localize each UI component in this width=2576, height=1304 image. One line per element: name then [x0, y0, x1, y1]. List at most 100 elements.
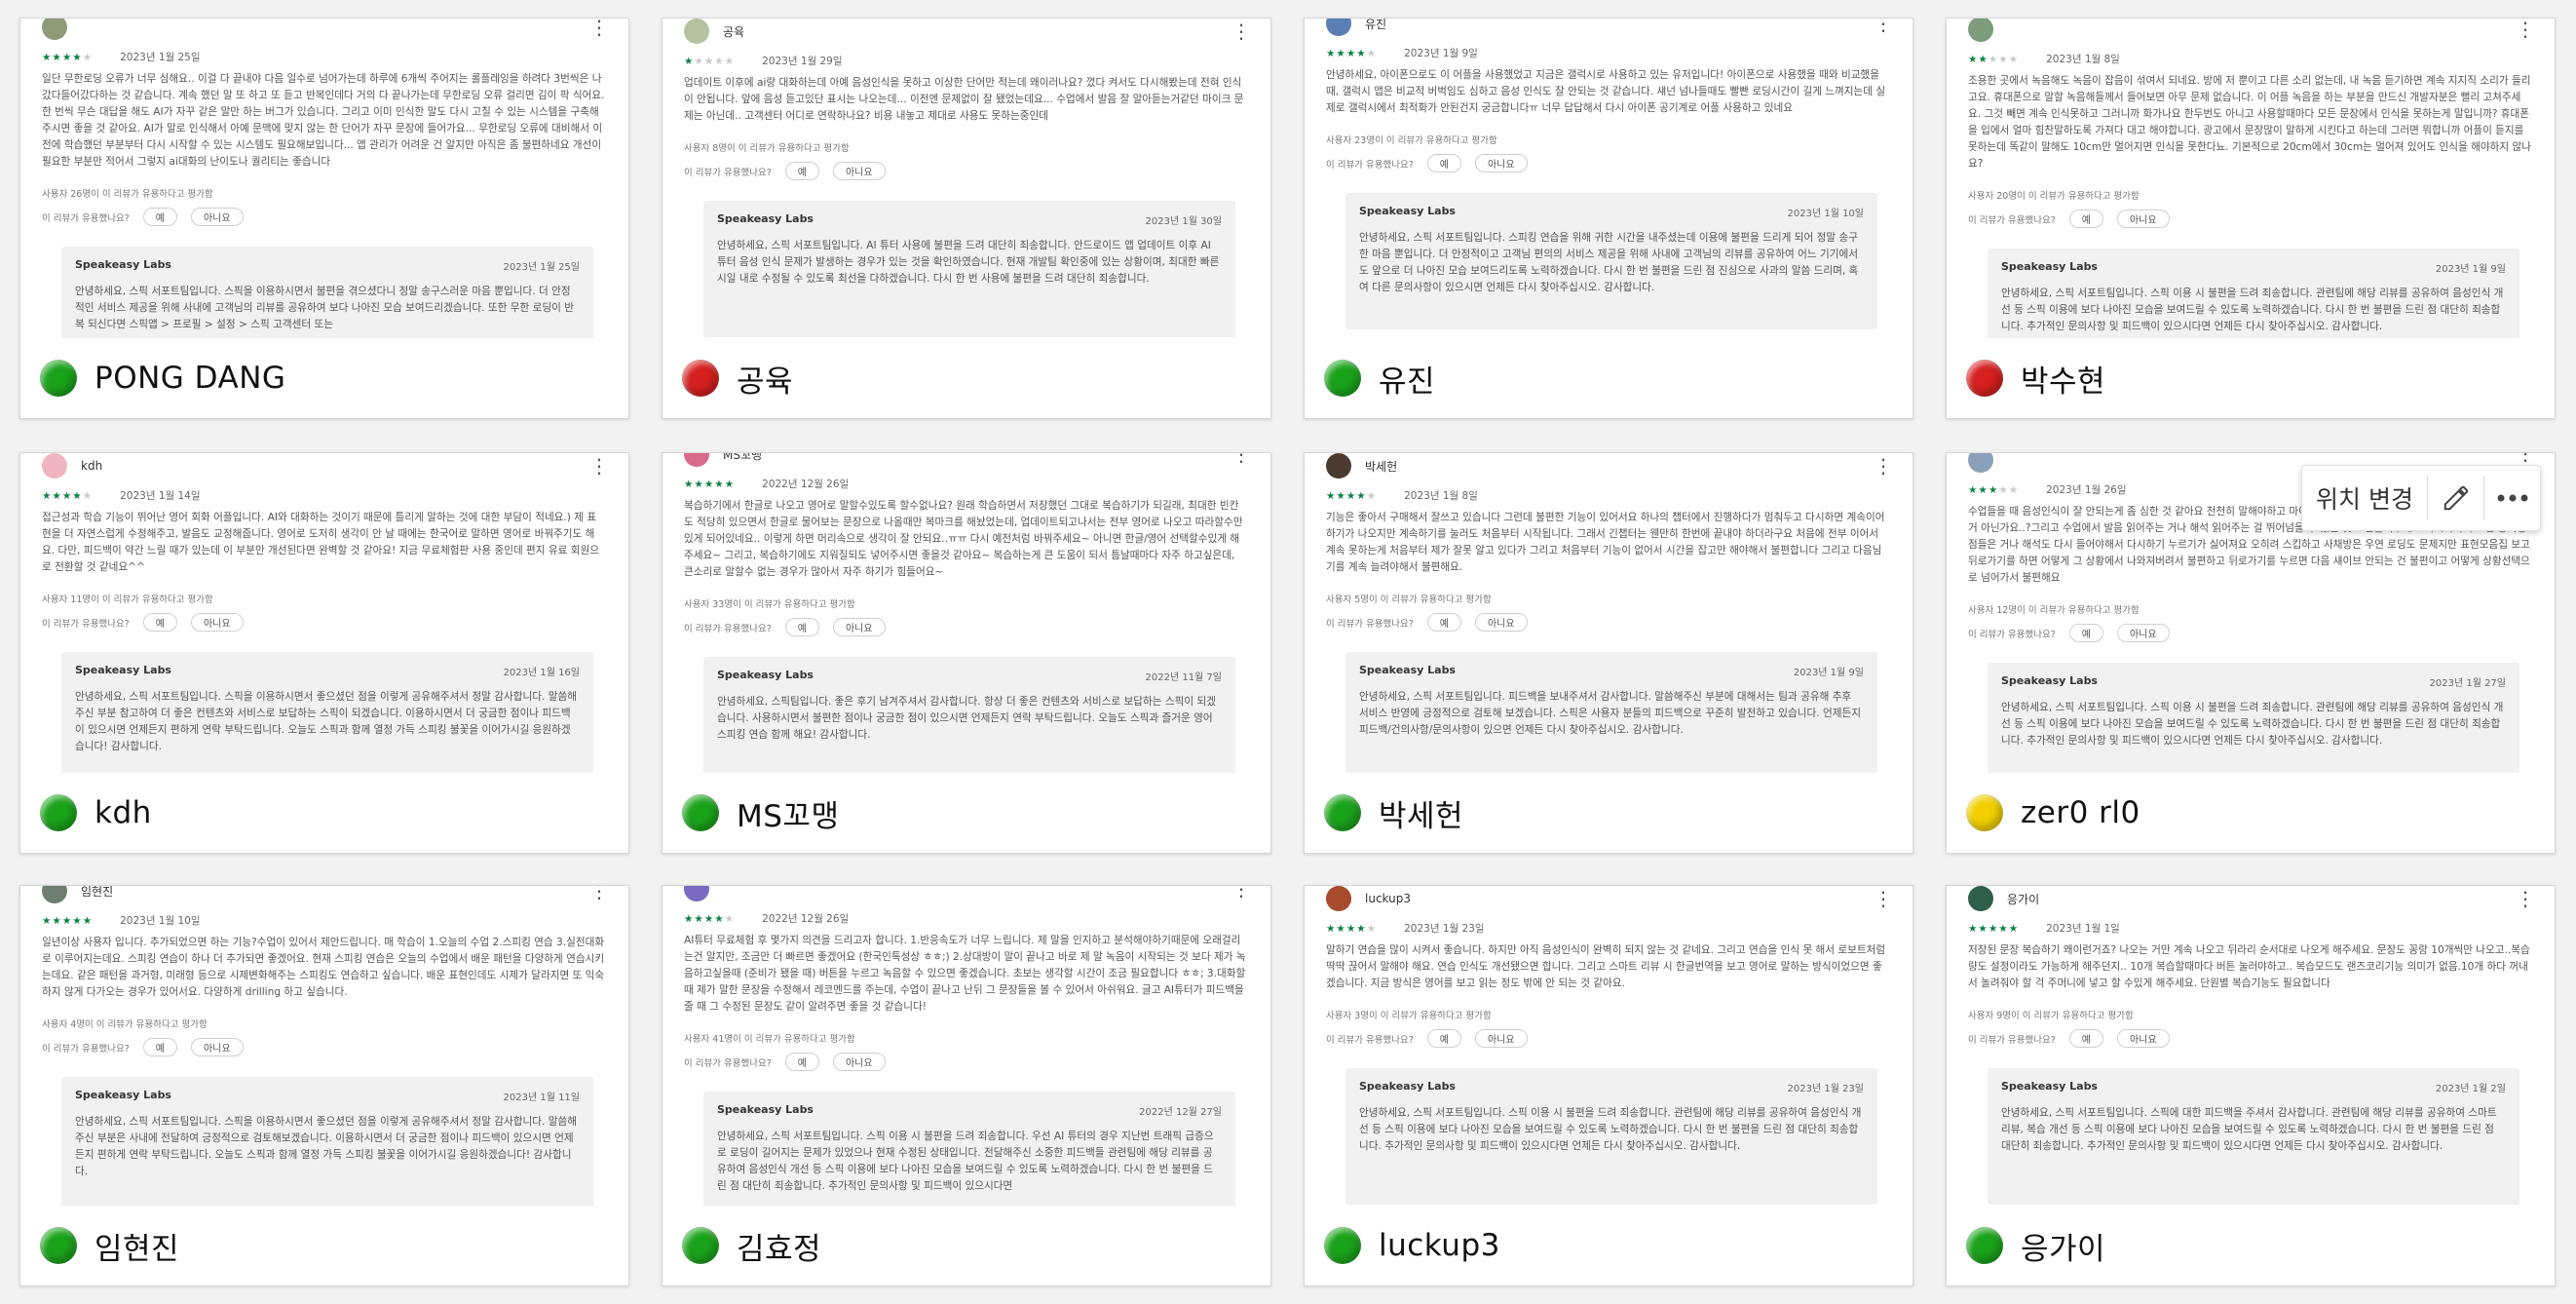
more-vert-icon[interactable]: ⋮ — [1874, 456, 1893, 476]
status-dot — [1966, 1227, 2003, 1264]
helpful-no-button[interactable]: 아니요 — [832, 1053, 886, 1071]
reply-author: Speakeasy Labs — [75, 1089, 171, 1101]
helpful-no-button[interactable]: 아니요 — [2116, 1029, 2170, 1048]
helpful-no-button[interactable]: 아니요 — [190, 1038, 244, 1056]
star-empty-icon: ★ — [82, 489, 94, 502]
pencil-icon[interactable] — [2428, 466, 2483, 530]
helpful-question: 이 리뷰가 유용했나요? — [1968, 629, 2056, 640]
star-filled-icon: ★ — [61, 51, 73, 63]
helpful-yes-button[interactable]: 예 — [142, 208, 177, 226]
helpful-count: 사용자 41명이 이 리뷰가 유용하다고 평가함 — [684, 1034, 855, 1045]
review-text: 저장된 문장 복습하기 왜이런거죠? 나오는 거만 계속 나오고 뒤라리 순서대… — [1968, 944, 2530, 989]
helpful-count: 사용자 11명이 이 리뷰가 유용하다고 평가함 — [42, 594, 213, 605]
helpful-yes-button[interactable]: 예 — [1426, 154, 1461, 173]
helpful-no-button[interactable]: 아니요 — [190, 613, 244, 632]
star-filled-icon: ★ — [72, 51, 83, 63]
helpful-question: 이 리뷰가 유용했나요? — [684, 623, 772, 634]
helpful-row: 이 리뷰가 유용했나요? 예 아니요 — [1968, 1029, 2170, 1048]
star-filled-icon: ★ — [1345, 922, 1357, 935]
developer-reply: Speakeasy Labs 2023년 1월 2일 안녕하세요, 스픽 서포트팀입… — [1988, 1068, 2519, 1205]
review-header: 응가이 ⋮ — [1968, 886, 2535, 913]
avatar — [684, 453, 709, 467]
avatar — [42, 19, 67, 40]
helpful-yes-button[interactable]: 예 — [2068, 1029, 2103, 1048]
star-empty-icon: ★ — [714, 55, 725, 67]
footer-name: 박세헌 — [1379, 798, 1464, 834]
helpful-row: 이 리뷰가 유용했나요? 예 아니요 — [1326, 154, 1528, 173]
star-rating: ★★★★★ — [42, 490, 93, 502]
helpful-no-button[interactable]: 아니요 — [2116, 210, 2170, 228]
helpful-count: 사용자 9명이 이 리뷰가 유용하다고 평가함 — [1968, 1011, 2134, 1021]
helpful-question: 이 리뷰가 유용했나요? — [1968, 214, 2056, 226]
helpful-no-button[interactable]: 아니요 — [1474, 1029, 1528, 1048]
reply-text: 안녕하세요, 스픽팀입니다. 좋은 후기 남겨주셔서 감사합니다. 항상 더 좋… — [717, 696, 1216, 741]
review-date: 2023년 1월 8일 — [2046, 54, 2120, 65]
review-text: 복습하기에서 한글로 나오고 영어로 말할수있도록 할수없나요? 원래 학습하면… — [684, 500, 1243, 578]
footer-name: luckup3 — [1379, 1228, 1500, 1263]
more-vert-icon[interactable]: ⋮ — [2516, 19, 2535, 39]
star-filled-icon: ★ — [714, 912, 725, 925]
more-vert-icon[interactable]: ⋮ — [589, 886, 609, 901]
reposition-button[interactable]: 위치 변경 — [2302, 480, 2427, 516]
star-filled-icon: ★ — [1988, 483, 1999, 496]
star-filled-icon: ★ — [42, 914, 53, 927]
star-empty-icon: ★ — [694, 55, 704, 67]
star-filled-icon: ★ — [2008, 922, 2020, 935]
review-card: ⋮ ★★★★★ 2023년 1월 25일 일단 무한로딩 오류가 너무 심해요.. 이… — [19, 18, 629, 419]
helpful-no-button[interactable]: 아니요 — [1474, 154, 1528, 173]
helpful-yes-button[interactable]: 예 — [142, 1038, 177, 1056]
more-vert-icon[interactable]: ⋮ — [1231, 21, 1251, 41]
review-meta: ★★★★★ 2023년 1월 1일 — [1968, 921, 2120, 936]
more-vert-icon[interactable]: ⋮ — [589, 19, 609, 37]
developer-reply: Speakeasy Labs 2023년 1월 30일 안녕하세요, 스픽 서포트팀… — [703, 201, 1235, 337]
star-filled-icon: ★ — [82, 914, 94, 927]
helpful-no-button[interactable]: 아니요 — [1474, 613, 1528, 632]
helpful-no-button[interactable]: 아니요 — [832, 162, 886, 180]
review-date: 2023년 1월 10일 — [120, 915, 201, 927]
helpful-yes-button[interactable]: 예 — [1426, 613, 1461, 632]
developer-reply: Speakeasy Labs 2023년 1월 9일 안녕하세요, 스픽 서포트팀입… — [1345, 652, 1877, 788]
review-text: 업데이트 이후에 ai랑 대화하는데 아예 음성인식을 못하고 이상한 단어만 … — [684, 77, 1244, 122]
more-vert-icon[interactable]: ⋮ — [2516, 453, 2535, 470]
more-vert-icon[interactable]: ⋮ — [1874, 889, 1893, 908]
helpful-row: 이 리뷰가 유용했나요? 예 아니요 — [684, 162, 886, 180]
helpful-yes-button[interactable]: 예 — [2068, 210, 2103, 228]
review-meta: ★★★★★ 2022년 12월 26일 — [684, 477, 849, 491]
helpful-yes-button[interactable]: 예 — [2068, 624, 2103, 642]
helpful-yes-button[interactable]: 예 — [142, 613, 177, 632]
helpful-yes-button[interactable]: 예 — [784, 618, 819, 636]
review-card: ⋮ ★★★★★ 2022년 12월 26일 AI튜터 무료체험 후 몇가지 의견을 드… — [662, 885, 1271, 1286]
review-header: ⋮ — [1968, 19, 2535, 44]
helpful-no-button[interactable]: 아니요 — [832, 618, 886, 636]
review-card: luckup3 ⋮ ★★★★★ 2023년 1월 23일 말하기 연습을 많이 시켜서 … — [1304, 885, 1913, 1286]
helpful-yes-button[interactable]: 예 — [784, 1053, 819, 1071]
helpful-no-button[interactable]: 아니요 — [2116, 624, 2170, 642]
reply-date: 2023년 1월 10일 — [1787, 209, 1865, 219]
reply-text: 안녕하세요, 스픽 서포트팀입니다. 스픽 이용 시 불편을 드려 죄송합니다.… — [2001, 288, 2504, 332]
reply-author: Speakeasy Labs — [717, 669, 814, 681]
helpful-no-button[interactable]: 아니요 — [190, 208, 244, 226]
star-filled-icon: ★ — [42, 51, 53, 63]
reviewer-footer: 박수현 — [1947, 338, 2555, 418]
helpful-yes-button[interactable]: 예 — [784, 162, 819, 180]
reviewer-footer: zer0 rl0 — [1947, 773, 2555, 853]
more-vert-icon[interactable]: ⋮ — [589, 456, 609, 476]
helpful-yes-button[interactable]: 예 — [1426, 1029, 1461, 1048]
reviewer-footer: kdh — [20, 773, 628, 853]
reply-author: Speakeasy Labs — [1359, 1080, 1456, 1093]
more-vert-icon[interactable]: ⋮ — [1231, 886, 1251, 899]
more-horizontal-icon[interactable] — [2484, 466, 2540, 530]
review-text: 조용한 곳에서 녹음해도 녹음이 잡음이 섞여서 되네요. 방에 저 뿐이고 다… — [1968, 75, 2531, 170]
star-filled-icon: ★ — [1326, 922, 1337, 935]
developer-reply: Speakeasy Labs 2023년 1월 11일 안녕하세요, 스픽 서포트팀… — [61, 1077, 593, 1213]
more-vert-icon[interactable]: ⋮ — [2516, 889, 2535, 908]
reply-text: 안녕하세요, 스픽 서포트팀입니다. 스픽 이용 시 불편을 드려 죄송합니다.… — [717, 1131, 1214, 1192]
more-vert-icon[interactable]: ⋮ — [1231, 453, 1251, 464]
star-filled-icon: ★ — [694, 912, 704, 925]
reviewer-name: 응가이 — [2007, 892, 2040, 906]
reply-text: 안녕하세요, 스픽 서포트팀입니다. 스피킹 연습을 위해 귀한 시간을 내주셨… — [1359, 232, 1859, 293]
helpful-row: 이 리뷰가 유용했나요? 예 아니요 — [42, 613, 244, 632]
star-filled-icon: ★ — [1978, 483, 1989, 496]
helpful-row: 이 리뷰가 유용했나요? 예 아니요 — [42, 208, 244, 226]
more-vert-icon[interactable]: ⋮ — [1874, 19, 1893, 33]
